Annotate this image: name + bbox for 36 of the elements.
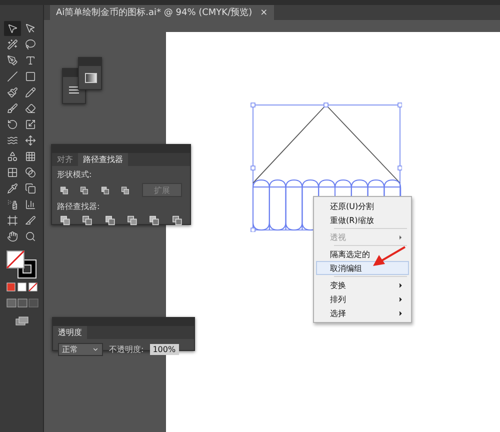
screen-mode-icon[interactable] <box>14 316 28 326</box>
menu-item[interactable]: 排列 <box>316 292 409 306</box>
menu-item[interactable]: 隔离选定的 <box>316 247 409 261</box>
panel-tab[interactable]: 对齐 <box>52 153 78 166</box>
panel-tab[interactable]: 透明度 <box>53 326 87 339</box>
menu-item[interactable]: 取消编组 <box>316 261 409 275</box>
menu-item[interactable]: 变换 <box>316 278 409 292</box>
pathfinder-icon[interactable] <box>100 184 110 196</box>
pathfinder-icon[interactable] <box>80 184 89 196</box>
pathfinder-icon[interactable] <box>60 215 70 226</box>
pathfinder-icon[interactable] <box>60 184 68 196</box>
fill-stroke-icon[interactable] <box>4 250 38 280</box>
collapsed-panel[interactable] <box>78 57 102 90</box>
opacity-label: 不透明度: <box>109 344 144 355</box>
pathfinder-icon[interactable] <box>149 215 160 226</box>
menu-item[interactable]: 重做(R)缩放 <box>316 213 409 227</box>
pathfinder-icon[interactable] <box>104 215 115 226</box>
pathfinder-icon[interactable] <box>82 215 93 226</box>
panel-tab[interactable]: 路径查找器 <box>78 153 128 166</box>
pointer-arrow <box>372 246 406 267</box>
menu-item[interactable]: 还原(U)分割 <box>316 199 409 213</box>
menu-item[interactable]: 选择 <box>316 306 409 320</box>
pathfinder-icon[interactable] <box>121 184 130 196</box>
color-mode-icon[interactable] <box>4 282 38 292</box>
draw-mode-icon[interactable] <box>4 298 38 308</box>
blend-mode-dropdown[interactable]: 正常 <box>58 343 103 356</box>
close-icon[interactable]: × <box>260 8 268 18</box>
section-label: 形状模式: <box>56 169 93 181</box>
document-tab[interactable]: Ai简单绘制金币的图标.ai* @ 94% (CMYK/预览) × <box>50 5 274 20</box>
menu-icon[interactable] <box>68 85 80 95</box>
opacity-field[interactable]: 100% <box>150 344 179 355</box>
pathfinder-icon[interactable] <box>172 215 182 226</box>
section-label: 路径查找器: <box>56 201 101 213</box>
pointer-icon[interactable] <box>4 21 21 36</box>
pathfinder-icon[interactable] <box>126 215 138 226</box>
caret-icon <box>92 346 99 353</box>
